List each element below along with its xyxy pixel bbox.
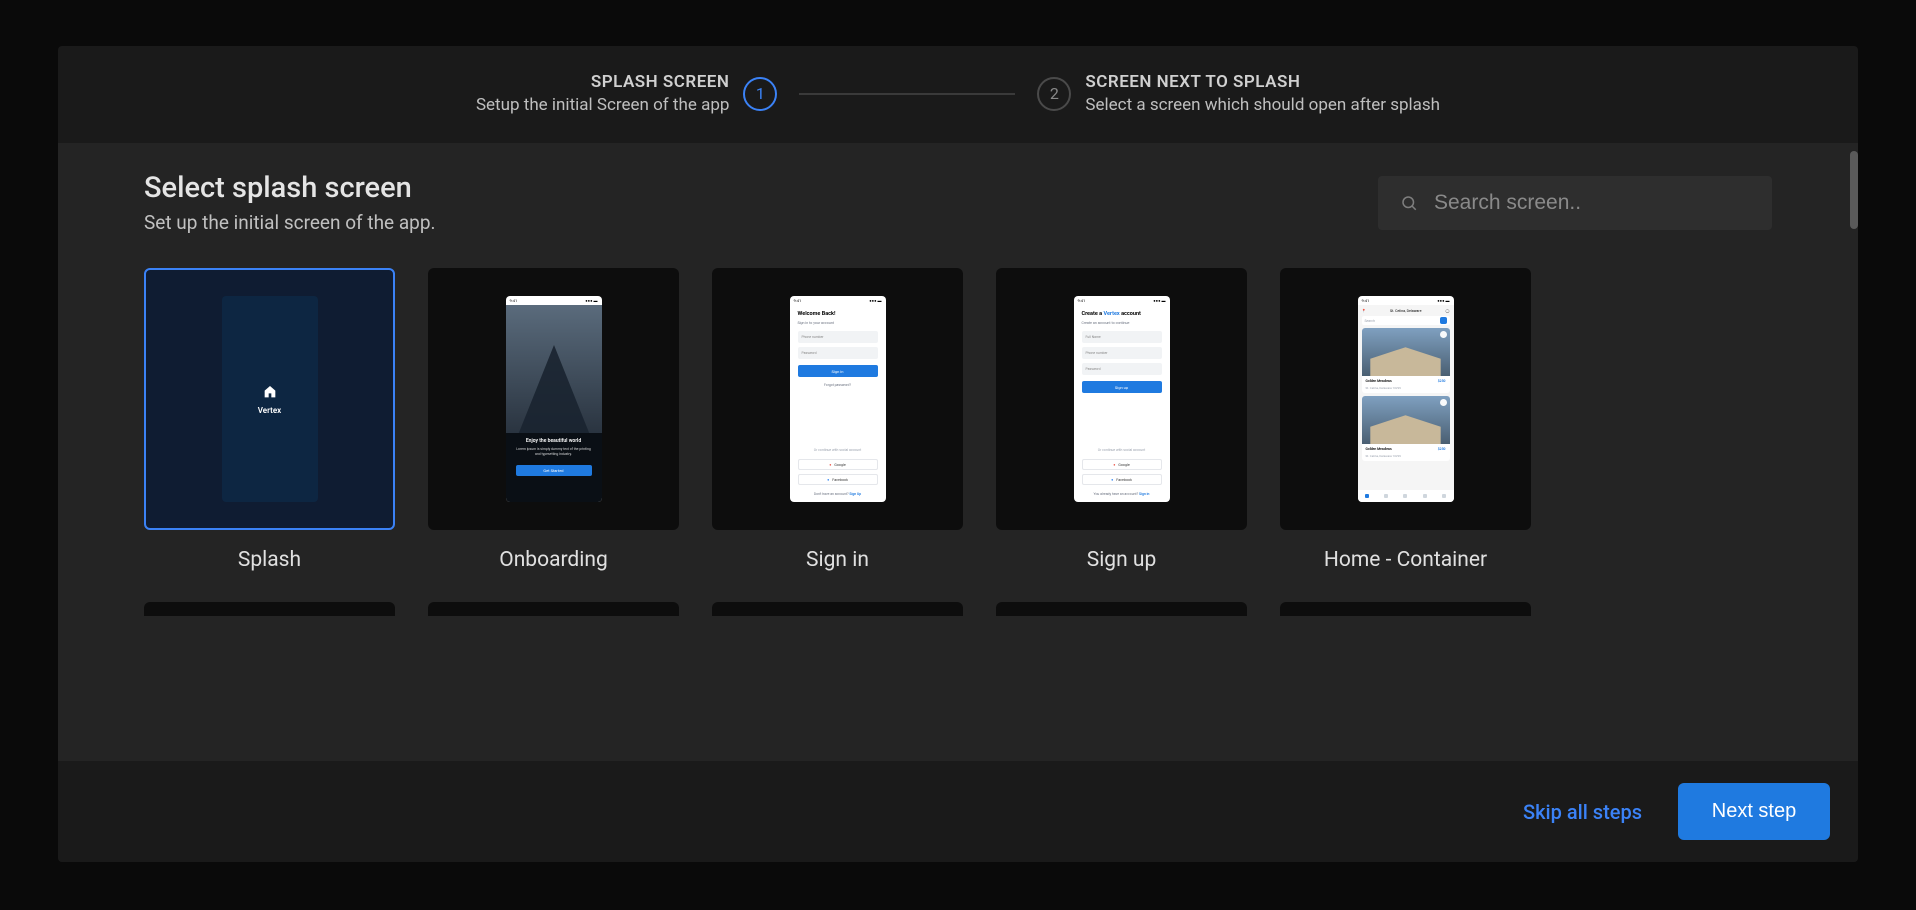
card-label-signin: Sign in — [806, 548, 869, 572]
step-1-indicator: 1 — [743, 77, 777, 111]
card-signup: 9:41●●● ▬ Create a Vertex account Create… — [996, 268, 1247, 572]
card-preview-onboarding[interactable]: 9:41●●● ▬ Enjoy the beautiful world Lore… — [428, 268, 679, 530]
content-heading: Select splash screen Set up the initial … — [144, 171, 436, 234]
step-2-indicator: 2 — [1037, 77, 1071, 111]
heading-title: Select splash screen — [144, 171, 436, 205]
phone-signup: 9:41●●● ▬ Create a Vertex account Create… — [1074, 296, 1170, 502]
card-preview-home[interactable]: 9:41●●● ▬ 📍St. Celina, Delaware◯ Search … — [1280, 268, 1531, 530]
splash-setup-modal: SPLASH SCREEN Setup the initial Screen o… — [58, 46, 1858, 862]
search-icon — [1400, 194, 1418, 212]
house-icon — [262, 384, 278, 400]
card-peek[interactable] — [1280, 602, 1531, 616]
step-1-title: SPLASH SCREEN — [591, 72, 730, 92]
step-1-desc: Setup the initial Screen of the app — [476, 95, 729, 115]
card-onboarding: 9:41●●● ▬ Enjoy the beautiful world Lore… — [428, 268, 679, 572]
step-connector — [799, 93, 1015, 95]
card-signin: 9:41●●● ▬ Welcome Back! Sign in to your … — [712, 268, 963, 572]
card-label-onboarding: Onboarding — [499, 548, 608, 572]
heading-subtitle: Set up the initial screen of the app. — [144, 211, 436, 234]
step-1[interactable]: SPLASH SCREEN Setup the initial Screen o… — [476, 72, 777, 115]
step-2[interactable]: 2 SCREEN NEXT TO SPLASH Select a screen … — [1037, 72, 1440, 115]
card-preview-signin[interactable]: 9:41●●● ▬ Welcome Back! Sign in to your … — [712, 268, 963, 530]
card-splash: Vertex Splash — [144, 268, 395, 572]
phone-splash: Vertex — [222, 296, 318, 502]
search-input[interactable] — [1434, 191, 1750, 215]
card-label-signup: Sign up — [1087, 548, 1157, 572]
modal-footer: Skip all steps Next step — [58, 761, 1858, 862]
step-2-desc: Select a screen which should open after … — [1085, 95, 1440, 115]
phone-onboarding: 9:41●●● ▬ Enjoy the beautiful world Lore… — [506, 296, 602, 502]
card-home: 9:41●●● ▬ 📍St. Celina, Delaware◯ Search … — [1280, 268, 1531, 572]
card-preview-splash[interactable]: Vertex — [144, 268, 395, 530]
stepper: SPLASH SCREEN Setup the initial Screen o… — [58, 46, 1858, 143]
next-step-button[interactable]: Next step — [1678, 783, 1830, 840]
card-peek[interactable] — [144, 602, 395, 616]
splash-brand: Vertex — [258, 406, 281, 415]
phone-home: 9:41●●● ▬ 📍St. Celina, Delaware◯ Search … — [1358, 296, 1454, 502]
card-preview-signup[interactable]: 9:41●●● ▬ Create a Vertex account Create… — [996, 268, 1247, 530]
card-peek[interactable] — [996, 602, 1247, 616]
card-peek[interactable] — [712, 602, 963, 616]
skip-all-button[interactable]: Skip all steps — [1523, 800, 1642, 824]
content-area: Select splash screen Set up the initial … — [58, 143, 1858, 761]
search-box[interactable] — [1378, 176, 1772, 230]
card-label-splash: Splash — [238, 548, 301, 572]
phone-signin: 9:41●●● ▬ Welcome Back! Sign in to your … — [790, 296, 886, 502]
scrollbar-thumb[interactable] — [1850, 151, 1858, 229]
card-peek[interactable] — [428, 602, 679, 616]
card-label-home: Home - Container — [1324, 548, 1487, 572]
screen-cards: Vertex Splash 9:41●●● ▬ Enjoy the beauti… — [58, 234, 1858, 572]
step-2-title: SCREEN NEXT TO SPLASH — [1085, 72, 1300, 92]
cards-row-2-peek — [58, 572, 1858, 616]
